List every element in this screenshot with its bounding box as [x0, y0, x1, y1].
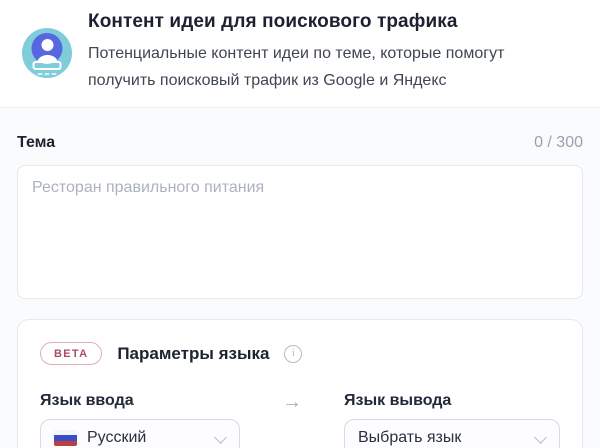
- output-language-field: Язык вывода Выбрать язык: [344, 392, 560, 448]
- form-body: Тема 0 / 300 BETA Параметры языка i Язык…: [0, 108, 600, 448]
- output-language-label: Язык вывода: [344, 392, 560, 410]
- language-card-title: Параметры языка: [117, 344, 269, 364]
- topic-input[interactable]: [17, 165, 583, 299]
- id-card-icon: [33, 61, 62, 70]
- chevron-down-icon: [215, 433, 226, 444]
- input-language-value: Русский: [87, 429, 146, 447]
- person-icon: [32, 33, 63, 64]
- info-icon[interactable]: i: [284, 345, 302, 363]
- persona-id-card-icon: [22, 28, 72, 78]
- language-fields-row: Язык ввода Русский → Язык вывода Выбрать…: [40, 392, 560, 448]
- beta-badge: BETA: [40, 342, 102, 365]
- input-language-field: Язык ввода Русский: [40, 392, 240, 448]
- arrow-right-icon: →: [282, 392, 302, 448]
- russia-flag-icon: [54, 430, 77, 446]
- field-separator: →: [240, 392, 344, 448]
- input-language-select[interactable]: Русский: [40, 419, 240, 448]
- chevron-down-icon: [535, 433, 546, 444]
- output-language-value: Выбрать язык: [358, 429, 461, 447]
- page-title: Контент идеи для поискового трафика: [88, 11, 580, 33]
- topic-label-row: Тема 0 / 300: [17, 108, 583, 152]
- topic-label: Тема: [17, 134, 55, 152]
- character-counter: 0 / 300: [534, 134, 583, 152]
- id-card-lines: [38, 73, 57, 75]
- output-language-select[interactable]: Выбрать язык: [344, 419, 560, 448]
- input-language-label: Язык ввода: [40, 392, 240, 410]
- page-subtitle: Потенциальные контент идеи по теме, кото…: [88, 40, 563, 94]
- tool-header: Контент идеи для поискового трафика Поте…: [0, 0, 600, 108]
- language-card-header: BETA Параметры языка i: [40, 342, 560, 365]
- language-settings-card: BETA Параметры языка i Язык ввода Русски…: [17, 319, 583, 448]
